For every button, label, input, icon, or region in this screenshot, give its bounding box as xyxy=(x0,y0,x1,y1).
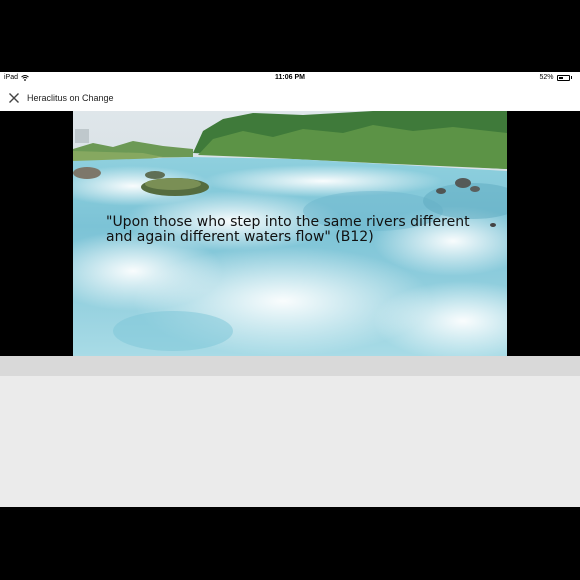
slide: "Upon those who step into the same river… xyxy=(73,111,507,356)
close-icon[interactable] xyxy=(7,91,21,105)
battery-icon xyxy=(556,74,570,81)
app-screen: iPad 11:06 PM 52% Heraclitus on Change "… xyxy=(0,72,580,507)
battery-percent: 52% xyxy=(539,74,554,81)
divider-band xyxy=(0,356,580,376)
battery-fill xyxy=(558,76,564,79)
status-time: 11:06 PM xyxy=(275,74,305,81)
quote-text: "Upon those who step into the same river… xyxy=(106,214,470,245)
slide-viewer: "Upon those who step into the same river… xyxy=(0,111,580,356)
status-bar: iPad 11:06 PM 52% xyxy=(0,72,580,84)
nav-bar: Heraclitus on Change xyxy=(0,84,580,111)
battery-tip xyxy=(570,76,572,79)
status-right: 52% xyxy=(539,74,572,81)
page-title: Heraclitus on Change xyxy=(27,92,114,103)
